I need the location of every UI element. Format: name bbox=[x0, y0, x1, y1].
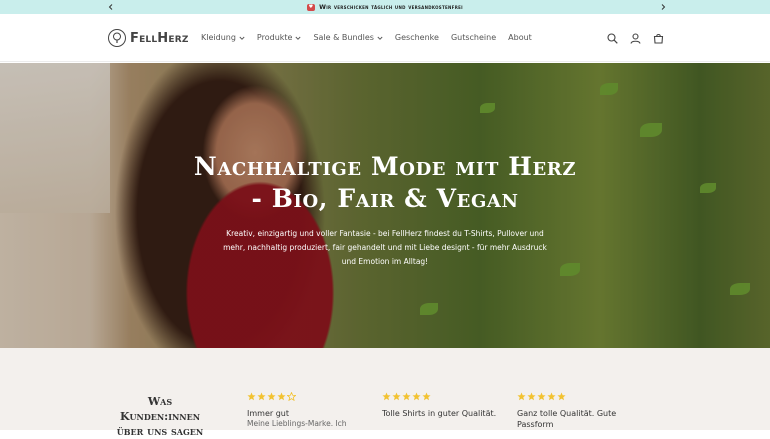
star-rating bbox=[382, 392, 502, 402]
tree-logo-icon bbox=[108, 29, 126, 47]
leaf-decoration bbox=[420, 303, 438, 315]
account-icon bbox=[630, 33, 641, 44]
nav-label: Geschenke bbox=[394, 33, 439, 42]
site-header: FellHerz Kleidung Produkte Sale & Bundle… bbox=[0, 14, 770, 62]
hero-subtitle: Kreativ, einzigartig und voller Fantasie… bbox=[223, 229, 547, 266]
main-nav: Kleidung Produkte Sale & Bundles Geschen… bbox=[201, 33, 532, 42]
star-filled-icon bbox=[382, 392, 391, 401]
nav-item-about[interactable]: About bbox=[508, 33, 532, 42]
leaf-decoration bbox=[730, 283, 750, 295]
review-title: Tolle Shirts in guter Qualität. bbox=[382, 409, 497, 418]
announcement-prev-button[interactable] bbox=[104, 0, 118, 14]
hero-content: Nachhaltige Mode mit Herz - Bio, Fair & … bbox=[0, 151, 770, 269]
star-filled-icon bbox=[412, 392, 421, 401]
heart-icon: ♥ bbox=[307, 3, 316, 11]
star-rating bbox=[247, 392, 367, 402]
nav-label: About bbox=[508, 33, 532, 42]
announcement-text: Wir verschicken täglich und versandkoste… bbox=[319, 3, 463, 11]
star-filled-icon bbox=[557, 392, 566, 401]
review-text: Meine Lieblings-Marke. Ich bbox=[247, 419, 347, 428]
review-title: Ganz tolle Qualität. Gute Passform bbox=[517, 409, 617, 429]
star-filled-icon bbox=[267, 392, 276, 401]
nav-item-produkte[interactable]: Produkte bbox=[257, 33, 302, 42]
star-filled-icon bbox=[422, 392, 431, 401]
chevron-right-icon bbox=[661, 4, 666, 10]
nav-label: Gutscheine bbox=[450, 33, 497, 42]
chevron-down-icon bbox=[239, 36, 245, 40]
nav-label: Produkte bbox=[256, 33, 293, 42]
star-filled-icon bbox=[527, 392, 536, 401]
star-filled-icon bbox=[257, 392, 266, 401]
cart-button[interactable] bbox=[652, 32, 665, 45]
review-card: Immer gut Meine Lieblings-Marke. Ich bbox=[247, 392, 367, 429]
hero-title-line2: - Bio, Fair & Vegan bbox=[251, 184, 519, 213]
star-filled-icon bbox=[547, 392, 556, 401]
star-filled-icon bbox=[402, 392, 411, 401]
nav-item-sale-bundles[interactable]: Sale & Bundles bbox=[313, 33, 383, 42]
star-filled-icon bbox=[277, 392, 286, 401]
star-empty-icon bbox=[287, 392, 296, 401]
review-card: Ganz tolle Qualität. Gute Passform bbox=[517, 392, 637, 430]
star-filled-icon bbox=[392, 392, 401, 401]
announcement-message: ♥ Wir verschicken täglich und versandkos… bbox=[307, 3, 463, 11]
cart-icon bbox=[653, 33, 664, 44]
hero-banner: Nachhaltige Mode mit Herz - Bio, Fair & … bbox=[0, 63, 770, 348]
chevron-down-icon bbox=[377, 36, 383, 40]
nav-item-kleidung[interactable]: Kleidung bbox=[201, 33, 245, 42]
header-actions bbox=[606, 32, 665, 45]
review-card: Tolle Shirts in guter Qualität. bbox=[382, 392, 502, 419]
nav-item-gutscheine[interactable]: Gutscheine bbox=[451, 33, 496, 42]
site-logo[interactable]: FellHerz bbox=[108, 29, 189, 47]
nav-label: Sale & Bundles bbox=[313, 33, 374, 42]
hero-title: Nachhaltige Mode mit Herz - Bio, Fair & … bbox=[0, 151, 770, 215]
chevron-down-icon bbox=[295, 36, 301, 40]
review-title: Immer gut bbox=[247, 409, 289, 418]
leaf-decoration bbox=[600, 83, 618, 95]
reviews-heading: Was Kunden:innen über uns sagen bbox=[116, 395, 204, 438]
announcement-bar: ♥ Wir verschicken täglich und versandkos… bbox=[0, 0, 770, 14]
leaf-decoration bbox=[480, 103, 495, 113]
announcement-next-button[interactable] bbox=[656, 0, 670, 14]
search-button[interactable] bbox=[606, 32, 619, 45]
reviews-section: Was Kunden:innen über uns sagen Immer gu… bbox=[0, 348, 770, 438]
star-filled-icon bbox=[517, 392, 526, 401]
account-button[interactable] bbox=[629, 32, 642, 45]
nav-label: Kleidung bbox=[201, 33, 236, 42]
search-icon bbox=[607, 33, 618, 44]
star-filled-icon bbox=[247, 392, 256, 401]
hero-title-line1: Nachhaltige Mode mit Herz bbox=[193, 152, 577, 181]
leaf-decoration bbox=[640, 123, 662, 137]
star-rating bbox=[517, 392, 637, 402]
star-filled-icon bbox=[537, 392, 546, 401]
nav-item-geschenke[interactable]: Geschenke bbox=[395, 33, 439, 42]
chevron-left-icon bbox=[108, 4, 113, 10]
logo-text: FellHerz bbox=[130, 30, 189, 46]
